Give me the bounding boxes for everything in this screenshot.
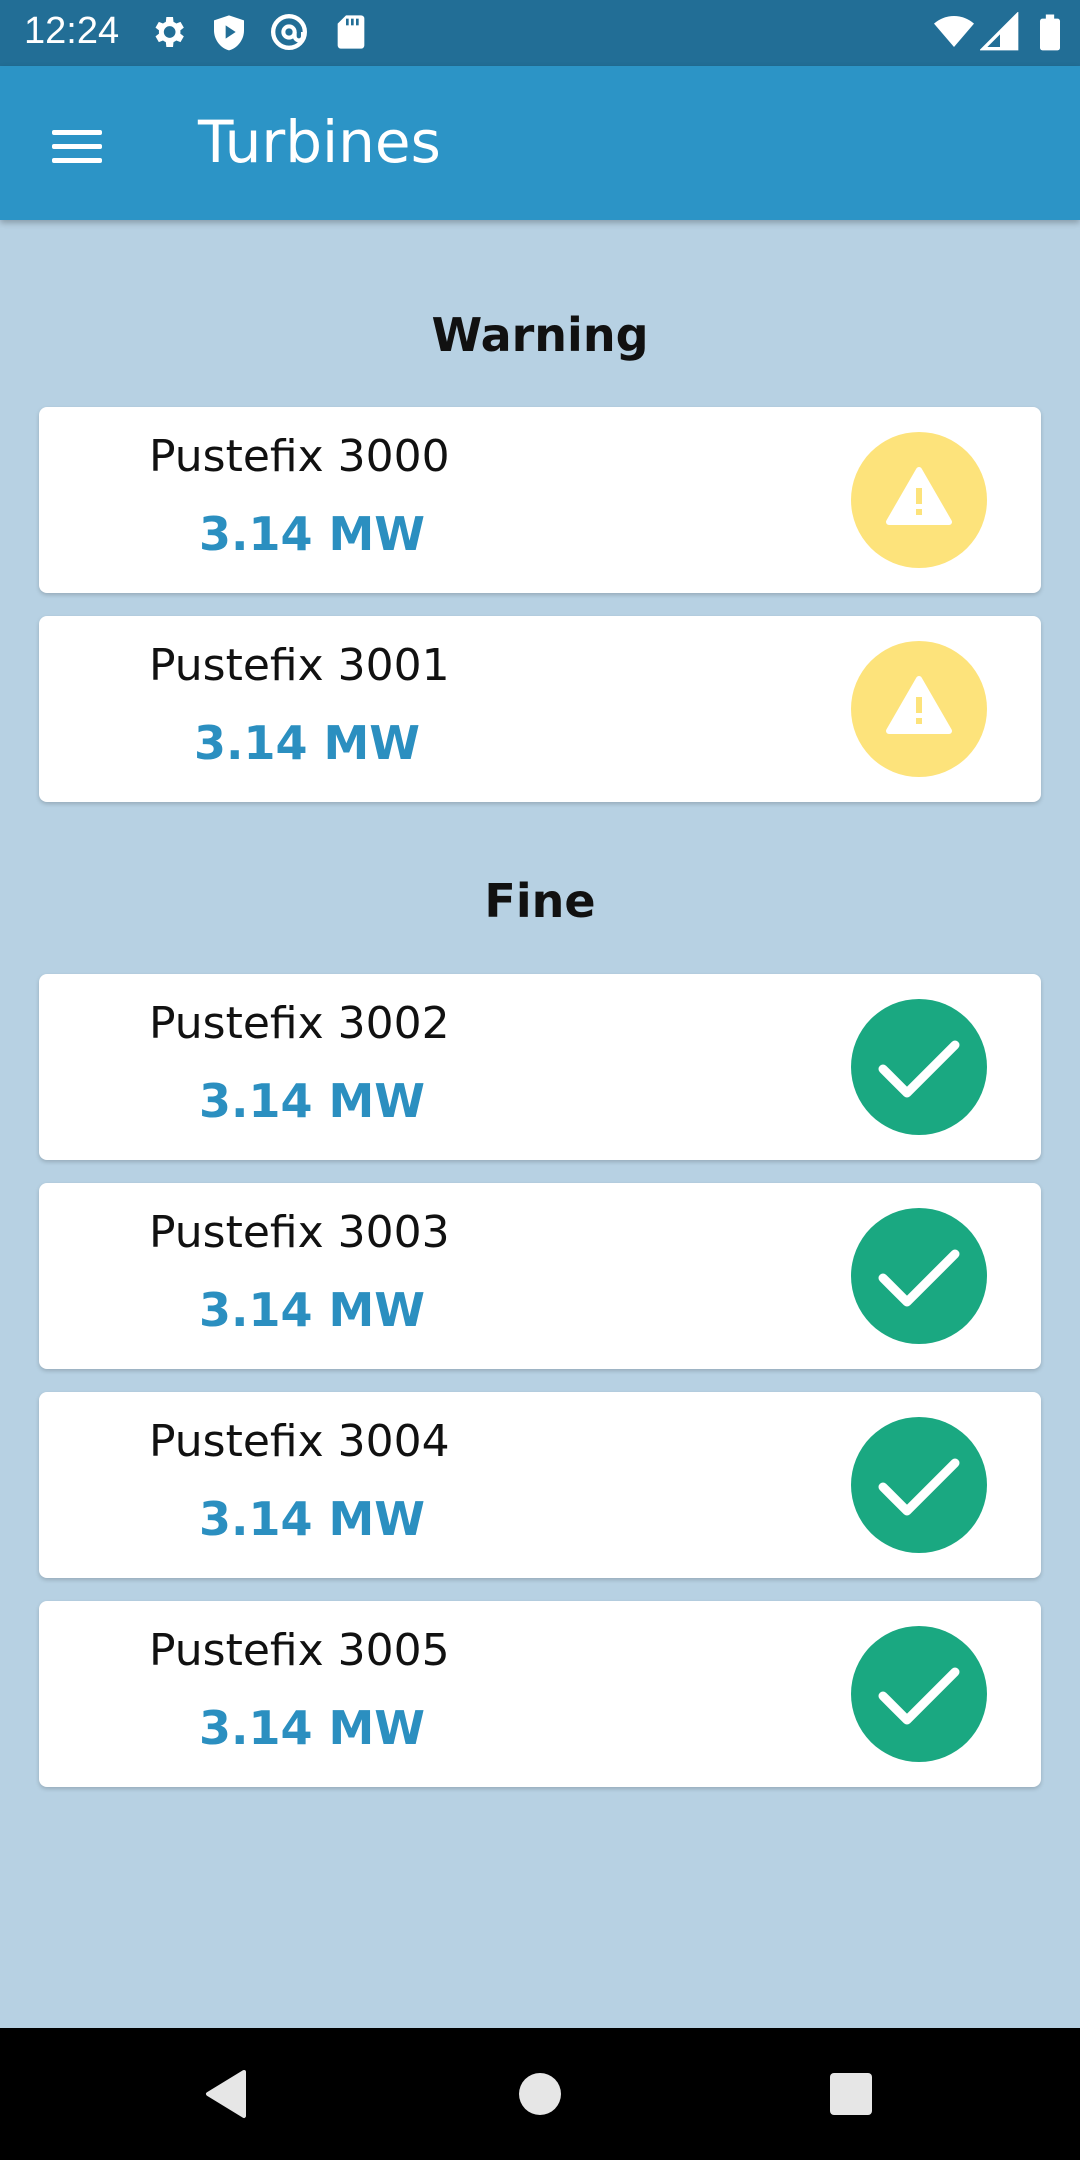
turbine-name: Pustefix 3003	[149, 1207, 450, 1258]
turbine-name: Pustefix 3001	[149, 640, 450, 691]
turbine-power: 3.14 MW	[199, 1701, 426, 1755]
turbine-name: Pustefix 3004	[149, 1416, 450, 1467]
gear-icon	[155, 17, 184, 47]
sd-card-icon	[337, 15, 365, 49]
section-title-fine: Fine	[484, 874, 596, 928]
back-icon[interactable]	[196, 2064, 256, 2124]
at-sign-icon	[271, 14, 307, 50]
app-bar: Turbines	[0, 66, 1080, 220]
turbine-power: 3.14 MW	[194, 716, 421, 770]
turbine-card[interactable]: Pustefix 3005 3.14 MW	[39, 1601, 1041, 1787]
turbine-card[interactable]: Pustefix 3000 3.14 MW	[39, 407, 1041, 593]
turbine-card[interactable]: Pustefix 3001 3.14 MW	[39, 616, 1041, 802]
check-icon	[851, 1208, 987, 1344]
battery-icon	[1040, 14, 1060, 51]
section-title-warning: Warning	[431, 308, 649, 362]
shield-icon	[214, 15, 244, 51]
turbine-card[interactable]: Pustefix 3002 3.14 MW	[39, 974, 1041, 1160]
turbine-name: Pustefix 3000	[149, 431, 450, 482]
check-icon	[851, 1417, 987, 1553]
status-bar: 12:24	[0, 0, 1080, 66]
warning-icon	[851, 641, 987, 777]
turbine-power: 3.14 MW	[199, 1074, 426, 1128]
turbine-card[interactable]: Pustefix 3003 3.14 MW	[39, 1183, 1041, 1369]
turbine-name: Pustefix 3005	[149, 1625, 450, 1676]
turbine-power: 3.14 MW	[199, 507, 426, 561]
warning-icon	[851, 432, 987, 568]
signal-icon	[980, 12, 1019, 51]
turbine-name: Pustefix 3002	[149, 998, 450, 1049]
system-nav-bar	[0, 2028, 1080, 2160]
turbine-card[interactable]: Pustefix 3004 3.14 MW	[39, 1392, 1041, 1578]
turbine-power: 3.14 MW	[199, 1283, 426, 1337]
hamburger-menu-icon[interactable]	[40, 114, 114, 174]
check-icon	[851, 999, 987, 1135]
check-icon	[851, 1626, 987, 1762]
status-time: 12:24	[24, 10, 120, 52]
wifi-icon	[934, 16, 974, 47]
turbine-power: 3.14 MW	[199, 1492, 426, 1546]
recents-icon[interactable]	[821, 2064, 881, 2124]
page-title: Turbines	[198, 108, 441, 176]
home-icon[interactable]	[510, 2064, 570, 2124]
